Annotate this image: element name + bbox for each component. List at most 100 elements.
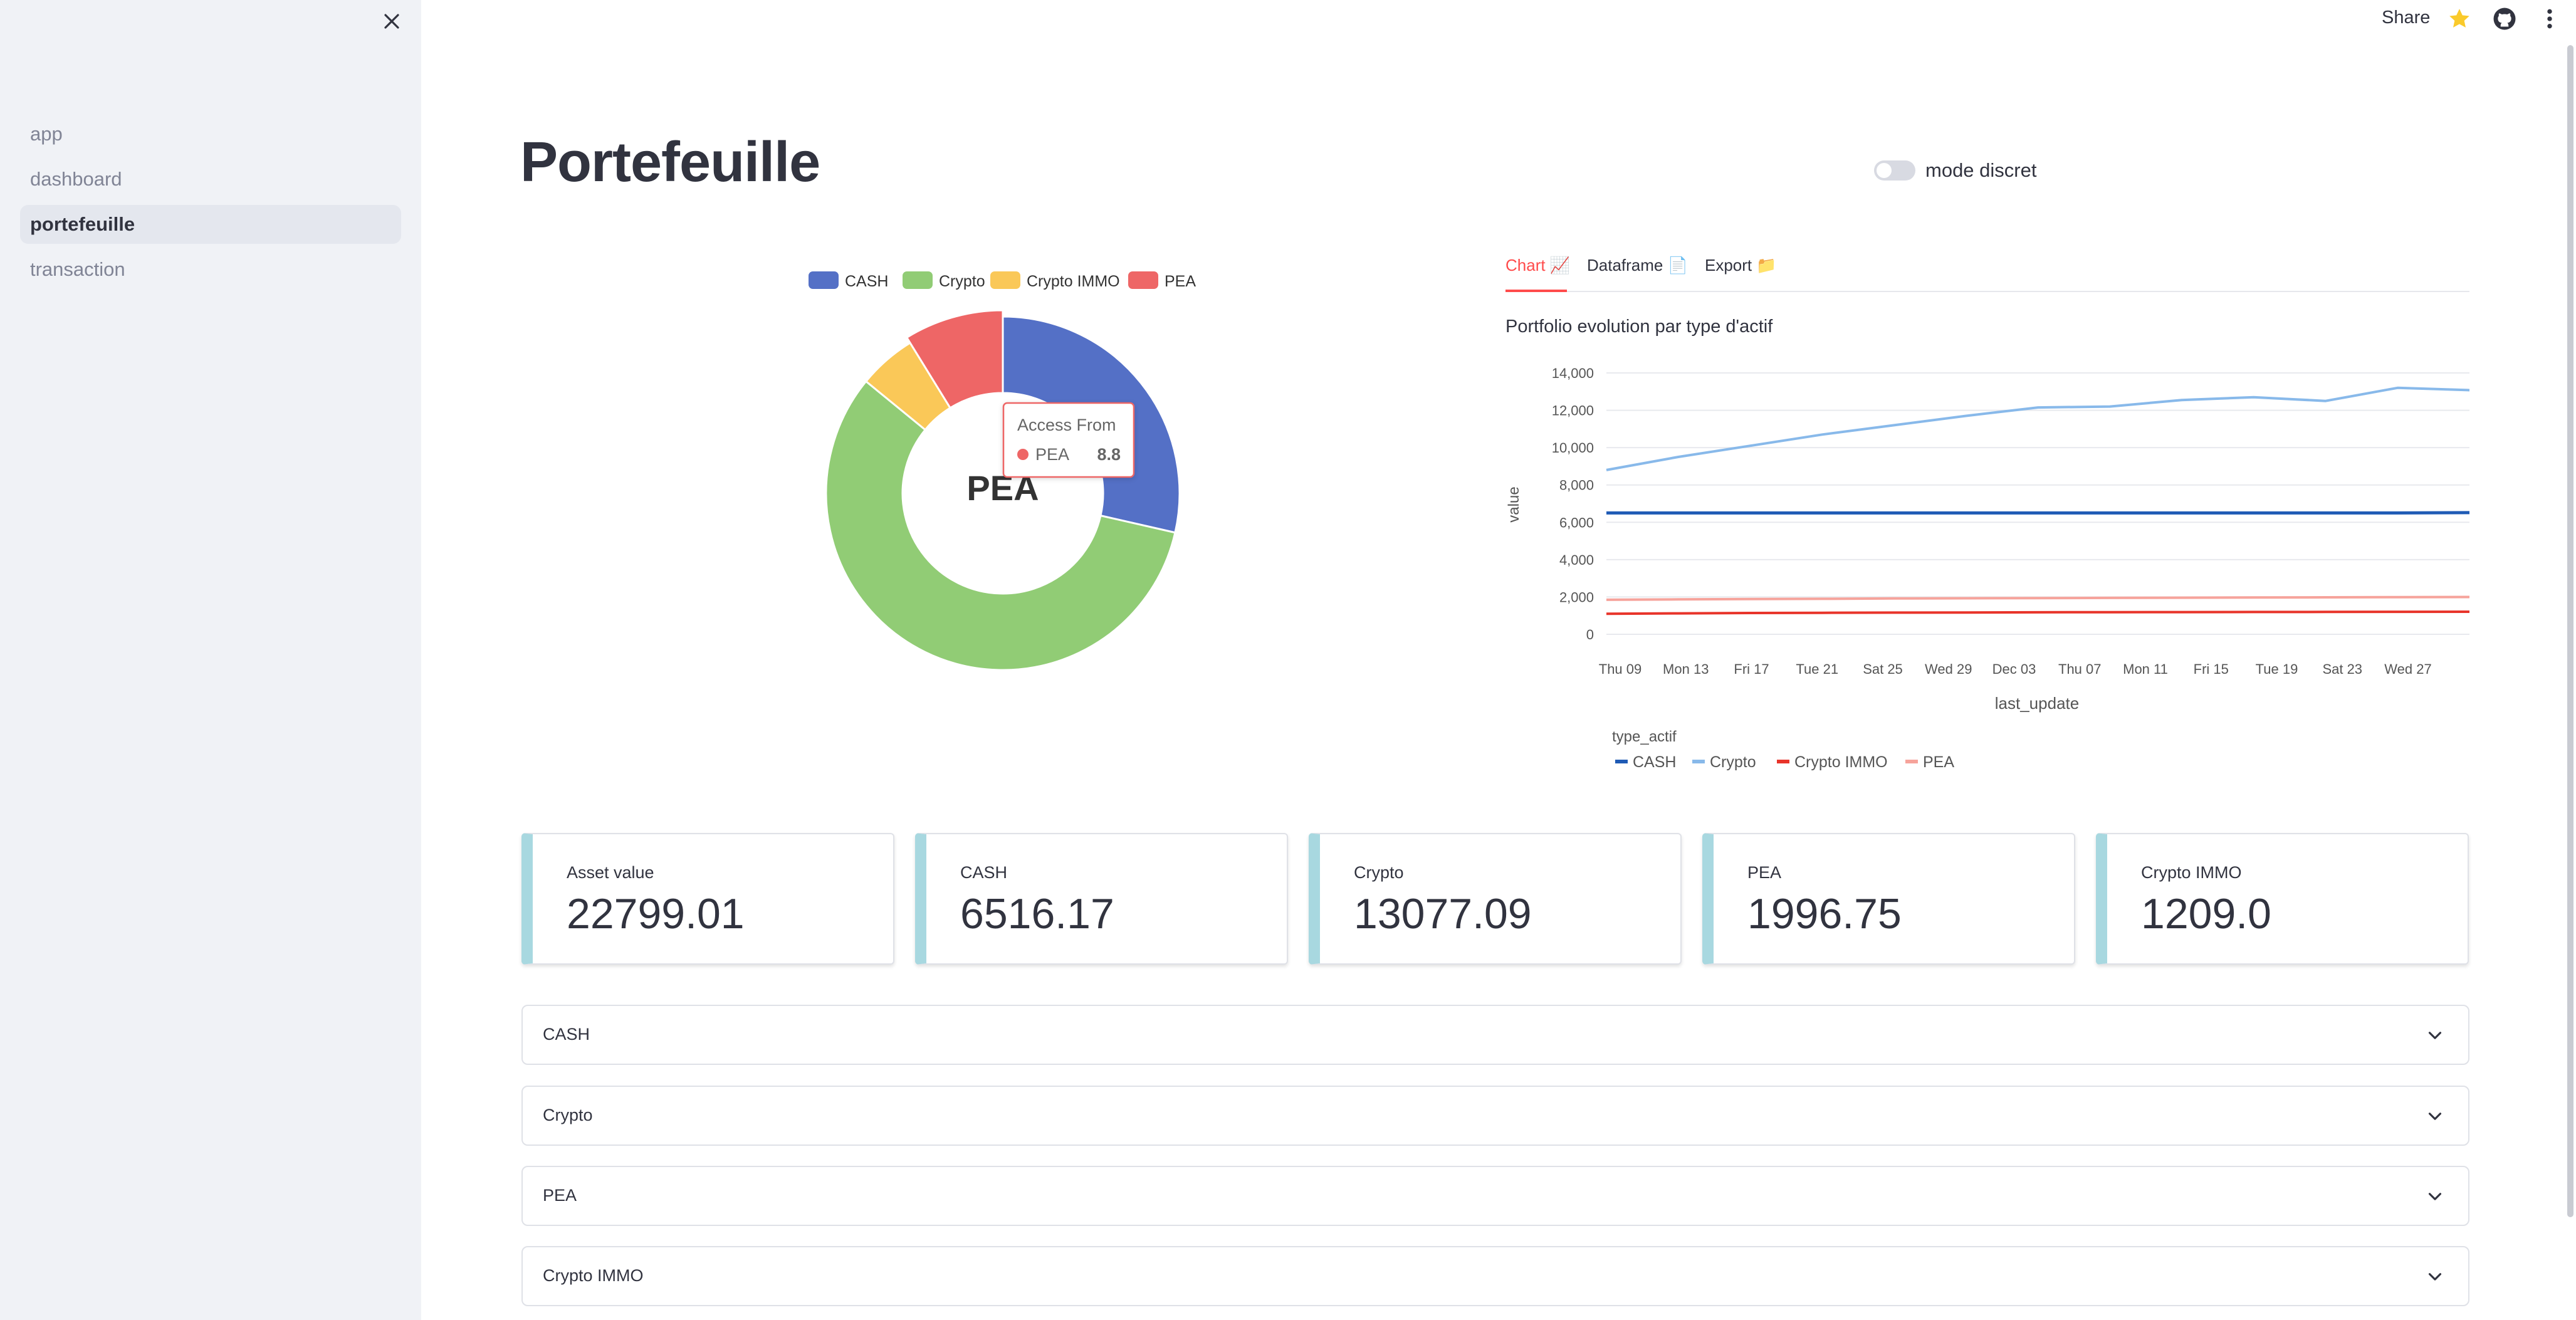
expander-label: Crypto xyxy=(543,1106,593,1124)
x-tick-label: Thu 07 xyxy=(2058,661,2102,677)
metric-value: 6516.17 xyxy=(960,890,1114,938)
expander-label: Crypto IMMO xyxy=(543,1266,644,1285)
y-axis-label: value xyxy=(1505,486,1522,522)
legend-label: PEA xyxy=(1165,273,1196,290)
expander-crypto-immo[interactable]: Crypto IMMO xyxy=(521,1246,2469,1306)
x-tick-label: Mon 11 xyxy=(2123,661,2168,677)
x-tick-label: Sat 25 xyxy=(1863,661,1903,677)
chevron-down-icon xyxy=(2428,1032,2442,1039)
tab-export[interactable]: Export 📁 xyxy=(1705,256,1777,275)
x-tick-label: Tue 19 xyxy=(2256,661,2298,677)
legend-label: CASH xyxy=(845,273,888,290)
legend-item-crypto[interactable]: Crypto xyxy=(903,271,985,290)
x-tick-label: Dec 03 xyxy=(1992,661,2036,677)
metric-value: 1209.0 xyxy=(2141,890,2271,938)
metric-card-crypto-immo: Crypto IMMO 1209.0 xyxy=(2096,833,2469,965)
toggle-label: mode discret xyxy=(1925,159,2037,181)
y-tick-label: 12,000 xyxy=(1552,403,1594,419)
github-icon[interactable] xyxy=(2492,6,2517,31)
x-tick-label: Fri 15 xyxy=(2194,661,2229,677)
legend-label: Crypto IMMO xyxy=(1027,273,1120,290)
sidebar-item-app[interactable]: app xyxy=(20,115,401,154)
kebab-menu-icon[interactable] xyxy=(2537,6,2562,31)
series-line-crypto-immo[interactable] xyxy=(1606,610,2470,615)
legend-swatch xyxy=(1905,760,1918,763)
legend-item-cash[interactable]: CASH xyxy=(809,271,888,290)
metric-label: CASH xyxy=(960,863,1008,882)
legend-item-crypto-immo[interactable]: Crypto IMMO xyxy=(1777,753,1888,771)
legend-swatch xyxy=(1692,760,1705,763)
legend-label: PEA xyxy=(1923,753,1954,771)
tab-divider xyxy=(1505,291,2469,292)
metric-card-crypto: Crypto 13077.09 xyxy=(1309,833,1682,965)
line-chart[interactable]: Portfolio evolution par type d'actif 14,… xyxy=(1501,310,2479,787)
line-legend: CASH Crypto Crypto IMMO PEA xyxy=(1615,753,1954,771)
legend-swatch xyxy=(990,271,1020,289)
metric-label: PEA xyxy=(1747,863,1782,882)
legend-label: CASH xyxy=(1633,753,1676,771)
chevron-down-icon xyxy=(2428,1113,2442,1120)
legend-label: Crypto xyxy=(1710,753,1756,771)
legend-item-pea[interactable]: PEA xyxy=(1905,753,1954,771)
legend-swatch xyxy=(1777,760,1789,763)
metric-card-asset-value: Asset value 22799.01 xyxy=(521,833,894,965)
expander-pea[interactable]: PEA xyxy=(521,1166,2469,1226)
metric-card-cash: CASH 6516.17 xyxy=(915,833,1288,965)
donut-legend: CASH Crypto Crypto IMMO PEA xyxy=(809,271,1196,290)
tab-chart[interactable]: Chart 📈 xyxy=(1505,256,1570,275)
sidebar-item-dashboard[interactable]: dashboard xyxy=(20,160,401,199)
x-tick-label: Fri 17 xyxy=(1734,661,1769,677)
metric-label: Asset value xyxy=(567,863,654,882)
expander-label: PEA xyxy=(543,1186,577,1205)
legend-label: Crypto IMMO xyxy=(1794,753,1888,771)
x-tick-label: Wed 29 xyxy=(1925,661,1972,677)
y-tick-label: 14,000 xyxy=(1552,365,1594,381)
chart-grid xyxy=(1606,372,2469,635)
x-tick-label: Thu 09 xyxy=(1599,661,1642,677)
expander-crypto[interactable]: Crypto xyxy=(521,1086,2469,1146)
scrollbar[interactable] xyxy=(2567,45,2573,1217)
expander-cash[interactable]: CASH xyxy=(521,1005,2469,1065)
star-icon[interactable] xyxy=(2447,6,2472,31)
tab-dataframe[interactable]: Dataframe 📄 xyxy=(1587,256,1688,275)
expander-label: CASH xyxy=(543,1025,590,1044)
legend-item-cash[interactable]: CASH xyxy=(1615,753,1676,771)
y-axis-ticks: 14,000 12,000 10,000 8,000 6,000 4,000 2,000 0 xyxy=(1552,365,1594,642)
metric-value: 22799.01 xyxy=(567,890,745,938)
donut-chart[interactable]: CASH Crypto Crypto IMMO PEA PEA Access From… xyxy=(777,251,1228,689)
legend-swatch xyxy=(1128,271,1158,289)
page-title: Portefeuille xyxy=(520,131,820,194)
mode-discret-toggle[interactable] xyxy=(1874,160,1915,181)
donut-tooltip: Access From PEA 8.8 xyxy=(1002,402,1135,478)
tooltip-marker xyxy=(1017,449,1029,460)
tab-active-indicator xyxy=(1505,290,1567,292)
y-tick-label: 10,000 xyxy=(1552,440,1594,456)
series-line-crypto[interactable] xyxy=(1606,386,2470,471)
sidebar-item-portefeuille[interactable]: portefeuille xyxy=(20,205,401,244)
x-tick-label: Wed 27 xyxy=(2384,661,2431,677)
legend-item-pea[interactable]: PEA xyxy=(1128,271,1196,290)
metric-label: Crypto xyxy=(1354,863,1404,882)
close-icon[interactable] xyxy=(379,9,404,34)
y-tick-label: 2,000 xyxy=(1559,589,1594,605)
metric-value: 13077.09 xyxy=(1354,890,1532,938)
sidebar-item-transaction[interactable]: transaction xyxy=(20,250,401,289)
legend-title: type_actif xyxy=(1612,728,1677,745)
metric-card-pea: PEA 1996.75 xyxy=(1702,833,2075,965)
x-axis-ticks: Thu 09 Mon 13 Fri 17 Tue 21 Sat 25 Wed 29 Dec … xyxy=(1599,661,2432,677)
legend-item-crypto[interactable]: Crypto xyxy=(1692,753,1756,771)
legend-swatch xyxy=(809,271,839,289)
x-axis-label: last_update xyxy=(1995,694,2079,713)
legend-item-crypto-immo[interactable]: Crypto IMMO xyxy=(990,271,1120,290)
y-tick-label: 8,000 xyxy=(1559,478,1594,493)
chart-lines[interactable] xyxy=(1606,386,2470,615)
tooltip-series: PEA xyxy=(1035,445,1069,464)
tooltip-title: Access From xyxy=(1017,416,1116,434)
y-tick-label: 0 xyxy=(1586,627,1594,642)
y-tick-label: 4,000 xyxy=(1559,552,1594,568)
share-button[interactable]: Share xyxy=(2382,8,2430,28)
chart-title: Portfolio evolution par type d'actif xyxy=(1505,317,1773,337)
legend-swatch xyxy=(903,271,933,289)
chevron-down-icon xyxy=(2428,1193,2442,1200)
toggle-knob xyxy=(1877,163,1892,178)
